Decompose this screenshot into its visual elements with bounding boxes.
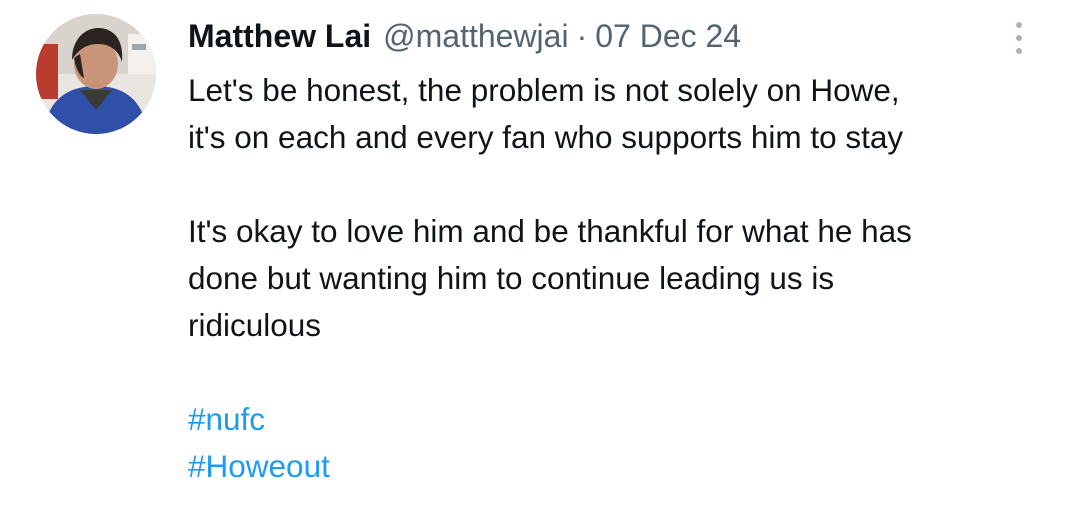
avatar[interactable]	[36, 14, 156, 134]
tweet-line: ridiculous	[188, 307, 322, 343]
avatar-image	[36, 14, 156, 134]
tweet-line: It's okay to love him and be thankful fo…	[188, 213, 912, 249]
more-icon-dot	[1016, 48, 1022, 54]
tweet-text: Let's be honest, the problem is not sole…	[188, 67, 1058, 490]
hashtag-link[interactable]: #nufc	[188, 396, 1058, 443]
tweet-line: Let's be honest, the problem is not sole…	[188, 72, 900, 108]
tweet-paragraph-2: It's okay to love him and be thankful fo…	[188, 208, 1058, 349]
tweet-paragraph-1: Let's be honest, the problem is not sole…	[188, 67, 1058, 161]
tweet-line: done but wanting him to continue leading…	[188, 260, 835, 296]
hashtag-link[interactable]: #Howeout	[188, 443, 1058, 490]
more-vertical-icon[interactable]	[1004, 16, 1034, 60]
more-icon-dot	[1016, 22, 1022, 28]
separator-dot: ·	[576, 18, 588, 54]
tweet-date[interactable]: 07 Dec 24	[595, 14, 741, 58]
more-icon-dot	[1016, 35, 1022, 41]
tweet-header: Matthew Lai @matthewjai · 07 Dec 24	[188, 14, 741, 58]
user-handle[interactable]: @matthewjai	[383, 14, 568, 58]
tweet-line: it's on each and every fan who supports …	[188, 119, 904, 155]
display-name[interactable]: Matthew Lai	[188, 14, 371, 58]
tweet: Matthew Lai @matthewjai · 07 Dec 24 Let'…	[0, 0, 1080, 521]
